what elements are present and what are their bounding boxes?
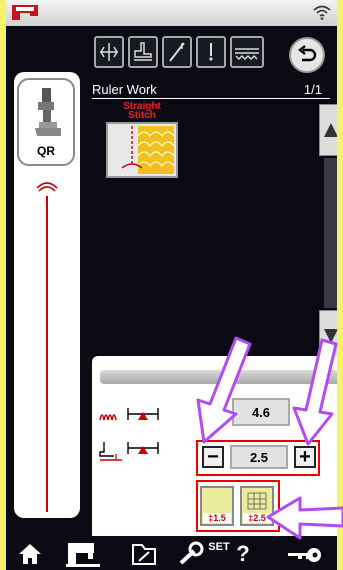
annotation-arrow-left bbox=[266, 496, 343, 540]
annotation-arrow-down-left bbox=[196, 336, 252, 444]
annotation-arrow-down-right bbox=[292, 338, 338, 446]
annotation-overlay bbox=[196, 336, 343, 540]
